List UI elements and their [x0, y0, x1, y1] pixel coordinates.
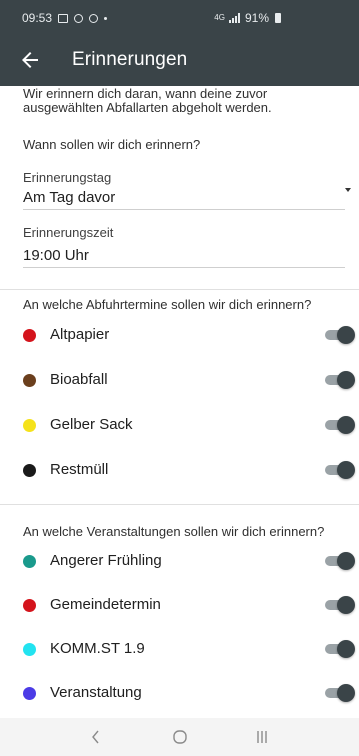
color-dot-icon — [23, 329, 36, 342]
waste-row-gelber-sack[interactable]: Gelber Sack — [0, 403, 359, 448]
toggle-switch[interactable] — [323, 596, 355, 614]
event-row-kommst[interactable]: KOMM.ST 1.9 — [0, 627, 359, 672]
app-bar: Erinnerungen — [0, 36, 359, 86]
waste-label: Gelber Sack — [50, 416, 133, 433]
recents-icon[interactable] — [250, 726, 274, 748]
events-section-heading: An welche Veranstaltungen sollen wir dic… — [23, 524, 325, 539]
toggle-thumb — [337, 684, 355, 702]
waste-label: Bioabfall — [50, 371, 108, 388]
status-left: 09:53 — [22, 11, 108, 25]
reminder-day-underline — [23, 209, 345, 210]
toggle-thumb — [337, 416, 355, 434]
battery-icon — [275, 13, 281, 23]
event-row-angerer-fruehling[interactable]: Angerer Frühling — [0, 539, 359, 584]
status-bar: 09:53 4G 91% — [0, 0, 359, 36]
waste-row-restmuell[interactable]: Restmüll — [0, 448, 359, 493]
toggle-switch[interactable] — [323, 416, 355, 434]
event-row-gemeindetermin[interactable]: Gemeindetermin — [0, 583, 359, 628]
notification-icon — [74, 13, 84, 23]
toggle-thumb — [337, 461, 355, 479]
toggle-thumb — [337, 371, 355, 389]
toggle-switch[interactable] — [323, 326, 355, 344]
event-label: Veranstaltung — [50, 684, 142, 701]
section-divider — [0, 289, 359, 290]
reminder-day-select[interactable]: Am Tag davor — [23, 189, 115, 206]
reminder-time-underline — [23, 267, 345, 268]
dropdown-arrow-icon[interactable] — [345, 188, 351, 192]
settings-content[interactable]: Wir erinnern dich daran, wann deine zuvo… — [0, 86, 359, 718]
network-type: 4G — [214, 13, 225, 22]
event-label: Angerer Frühling — [50, 552, 162, 569]
system-nav-bar — [0, 718, 359, 756]
status-time: 09:53 — [22, 11, 53, 25]
reminder-time-label: Erinnerungszeit — [23, 225, 114, 240]
color-dot-icon — [23, 687, 36, 700]
toggle-thumb — [337, 640, 355, 658]
toggle-switch[interactable] — [323, 552, 355, 570]
nav-back-icon[interactable] — [84, 726, 108, 748]
reminder-question: Wann sollen wir dich erinnern? — [23, 137, 201, 152]
waste-row-altpapier[interactable]: Altpapier — [0, 313, 359, 358]
color-dot-icon — [23, 464, 36, 477]
arrow-back-icon[interactable] — [18, 48, 42, 72]
home-icon[interactable] — [168, 726, 192, 748]
section-divider — [0, 504, 359, 505]
event-label: KOMM.ST 1.9 — [50, 640, 145, 657]
status-right: 4G 91% — [214, 11, 281, 25]
reminder-day-label: Erinnerungstag — [23, 170, 112, 185]
shield-icon — [89, 13, 99, 23]
toggle-thumb — [337, 596, 355, 614]
event-row-veranstaltung[interactable]: Veranstaltung — [0, 671, 359, 716]
toggle-switch[interactable] — [323, 461, 355, 479]
intro-text: Wir erinnern dich daran, wann deine zuvo… — [23, 86, 272, 115]
toggle-switch[interactable] — [323, 684, 355, 702]
page-title: Erinnerungen — [72, 49, 188, 70]
waste-label: Restmüll — [50, 461, 109, 478]
color-dot-icon — [23, 599, 36, 612]
toggle-thumb — [337, 552, 355, 570]
waste-row-bioabfall[interactable]: Bioabfall — [0, 358, 359, 403]
event-label: Gemeindetermin — [50, 596, 161, 613]
toggle-switch[interactable] — [323, 371, 355, 389]
color-dot-icon — [23, 555, 36, 568]
waste-section-heading: An welche Abfuhrtermine sollen wir dich … — [23, 297, 312, 312]
color-dot-icon — [23, 374, 36, 387]
toggle-switch[interactable] — [323, 640, 355, 658]
gallery-notification-icon — [58, 13, 69, 23]
more-notifications-icon — [104, 16, 108, 20]
signal-icon — [228, 13, 240, 23]
color-dot-icon — [23, 419, 36, 432]
battery-percent: 91% — [244, 11, 269, 25]
toggle-thumb — [337, 326, 355, 344]
waste-label: Altpapier — [50, 326, 110, 343]
color-dot-icon — [23, 643, 36, 656]
reminder-time-field[interactable]: 19:00 Uhr — [23, 247, 89, 264]
